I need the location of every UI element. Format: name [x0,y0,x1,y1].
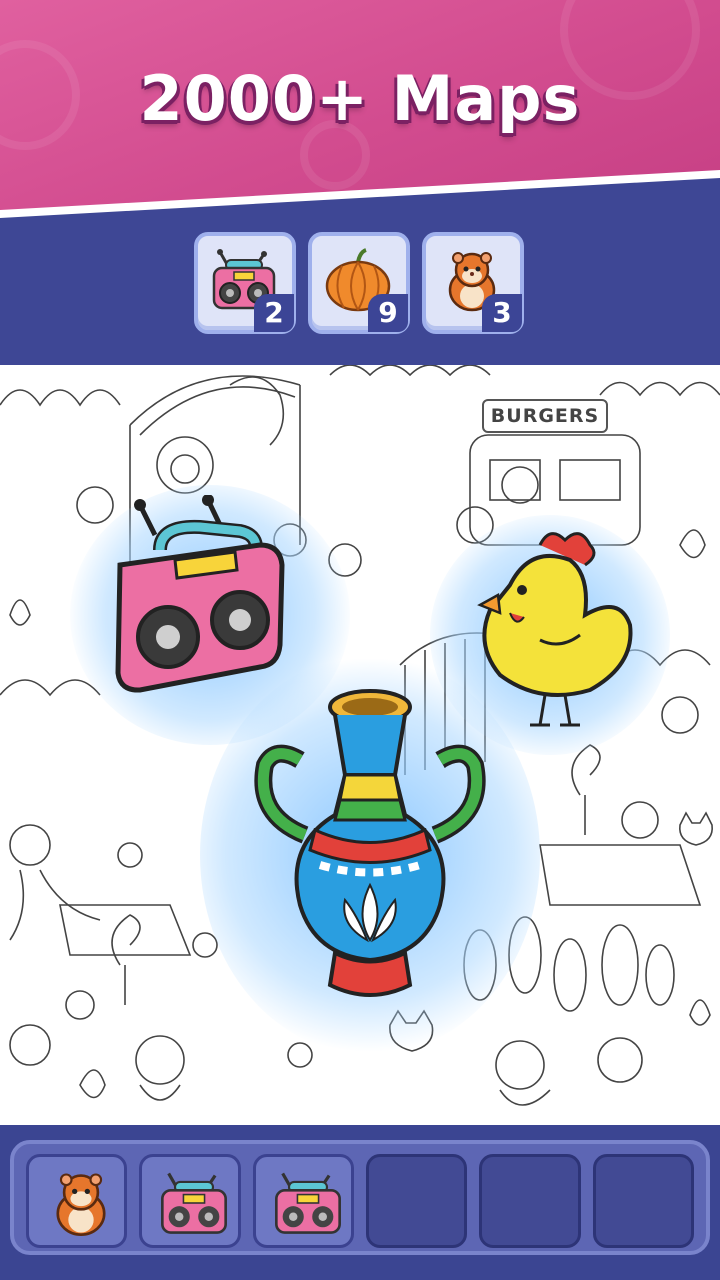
target-count: 9 [368,294,408,332]
target-card-pumpkin[interactable]: 9 [308,232,410,334]
target-count: 2 [254,294,294,332]
tray-slot-1[interactable] [26,1154,128,1248]
target-list: 2 9 3 [194,232,524,334]
chicken-icon[interactable] [470,525,640,735]
banner-title: 2000+ Maps [139,62,581,135]
target-card-radio[interactable]: 2 [194,232,296,334]
tray-slot-5[interactable] [479,1154,581,1248]
burgers-sign: BURGERS [482,399,608,433]
radio-icon[interactable] [100,495,300,715]
tray-slot-4[interactable] [365,1154,468,1248]
collected-items-tray [10,1140,710,1255]
tray-slot-2[interactable] [139,1154,241,1248]
vase-icon[interactable] [245,685,495,1015]
target-card-hamster[interactable]: 3 [422,232,524,334]
hidden-object-map[interactable]: BURGERS [0,365,720,1125]
radio-icon [274,1172,341,1234]
radio-icon [161,1172,228,1234]
tray-slot-6[interactable] [592,1154,694,1248]
hamster-icon [56,1173,106,1236]
tray-slot-3[interactable] [252,1154,354,1248]
target-count: 3 [482,294,522,332]
